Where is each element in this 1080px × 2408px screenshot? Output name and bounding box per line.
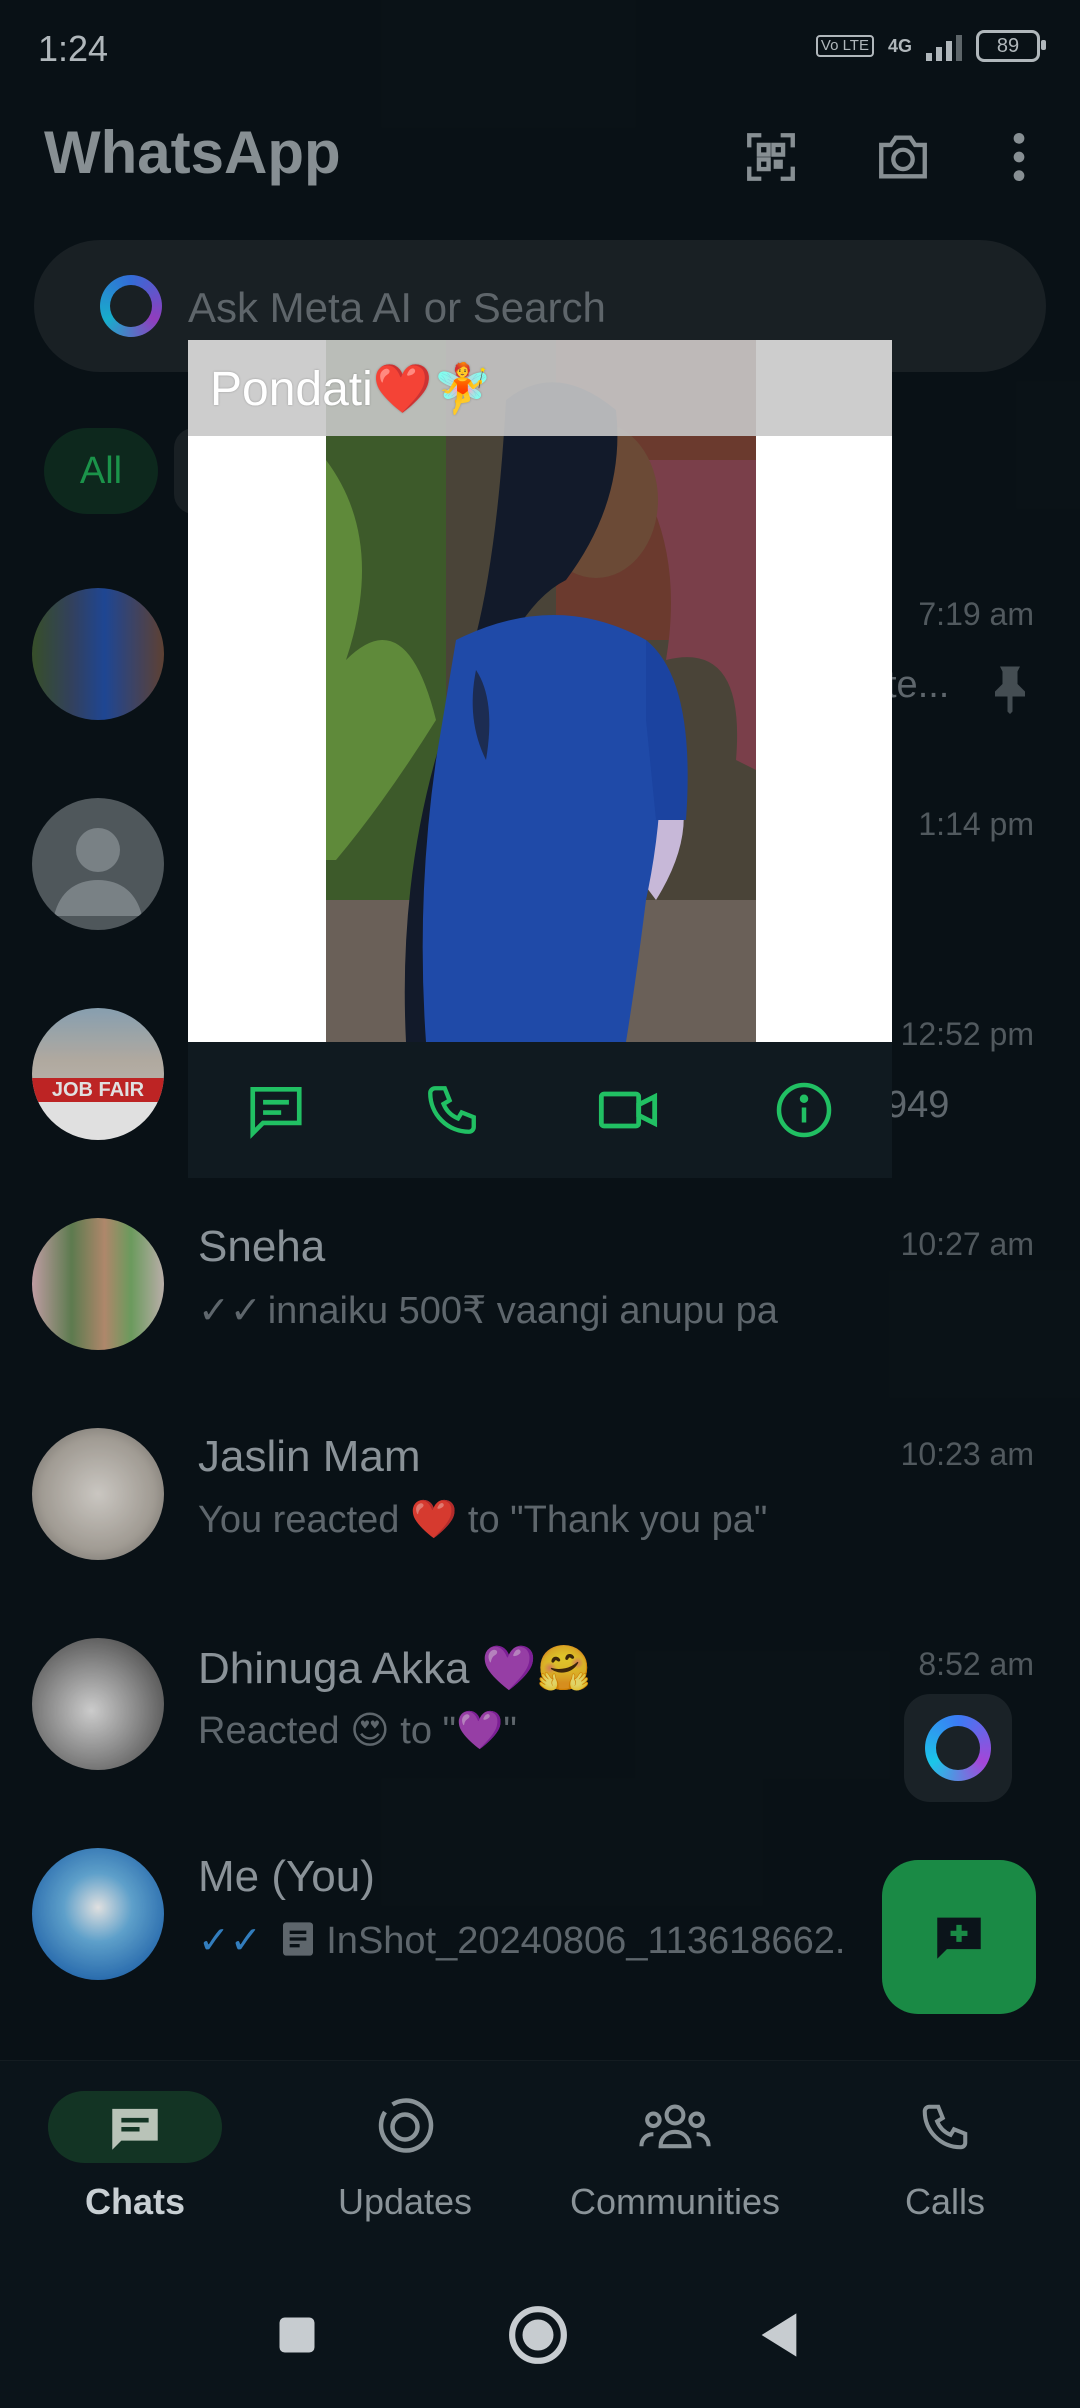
home-circle-icon bbox=[509, 2306, 567, 2364]
tab-label: Communities bbox=[569, 2181, 781, 2222]
back-button[interactable] bbox=[744, 2300, 814, 2370]
profile-popup: Pondati❤️🧚 bbox=[188, 340, 892, 1178]
message-button[interactable] bbox=[188, 1042, 364, 1178]
new-chat-icon bbox=[937, 1917, 981, 1959]
info-icon bbox=[776, 1082, 832, 1138]
voice-call-button[interactable] bbox=[364, 1042, 540, 1178]
home-button[interactable] bbox=[503, 2300, 573, 2370]
tab-updates[interactable]: Updates bbox=[270, 2091, 540, 2223]
meta-ai-icon bbox=[925, 1715, 991, 1781]
tab-label: Chats bbox=[84, 2181, 186, 2222]
calls-icon bbox=[858, 2091, 1032, 2163]
bottom-navigation: Chats Updates Communities Calls bbox=[0, 2060, 1080, 2261]
updates-icon bbox=[318, 2091, 492, 2163]
info-button[interactable] bbox=[716, 1042, 892, 1178]
tab-calls[interactable]: Calls bbox=[810, 2091, 1080, 2223]
meta-ai-button[interactable] bbox=[904, 1694, 1012, 1802]
message-icon bbox=[250, 1087, 302, 1139]
tab-label: Updates bbox=[337, 2181, 473, 2222]
profile-photo[interactable] bbox=[326, 340, 756, 1042]
back-triangle-icon bbox=[761, 2313, 797, 2357]
chats-icon bbox=[48, 2091, 222, 2163]
recents-button[interactable] bbox=[262, 2300, 332, 2370]
system-navigation bbox=[0, 2260, 1080, 2408]
popup-action-bar bbox=[188, 1042, 892, 1178]
popup-contact-name: Pondati❤️🧚 bbox=[210, 363, 493, 416]
video-call-button[interactable] bbox=[540, 1042, 716, 1178]
new-chat-button[interactable] bbox=[882, 1860, 1036, 2014]
square-icon bbox=[279, 2317, 315, 2353]
tab-communities[interactable]: Communities bbox=[540, 2091, 810, 2223]
video-camera-icon bbox=[598, 1091, 658, 1129]
communities-icon bbox=[588, 2091, 762, 2163]
phone-icon bbox=[428, 1086, 476, 1134]
tab-chats[interactable]: Chats bbox=[0, 2091, 270, 2223]
tab-label: Calls bbox=[904, 2181, 985, 2222]
